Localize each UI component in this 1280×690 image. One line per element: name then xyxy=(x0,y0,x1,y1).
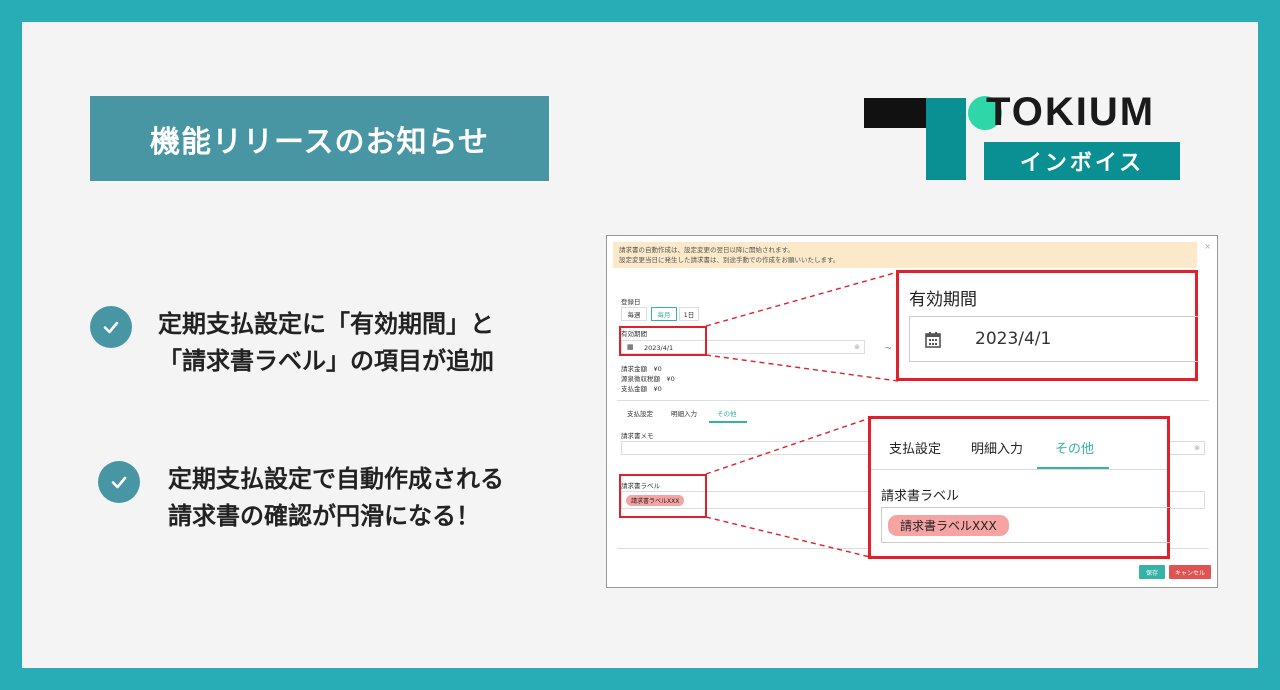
logo-bar xyxy=(864,98,926,128)
zoom-divider xyxy=(871,469,1167,470)
freq-option-weekly[interactable]: 毎週 xyxy=(621,307,647,321)
notice-line: 請求書の自動作成は、設定変更の翌日以降に開始されます。 xyxy=(619,246,794,254)
tab-payment-settings[interactable]: 支払設定 xyxy=(627,408,653,418)
freq-option-day[interactable]: 1日 xyxy=(679,307,699,321)
range-tilde: 〜 xyxy=(885,344,892,352)
tab-other[interactable]: その他 xyxy=(717,408,737,418)
logo-subtitle: インボイス xyxy=(984,142,1180,180)
withholding-amount: 源泉徴収税額 ¥0 xyxy=(621,375,675,383)
registration-label: 登録日 xyxy=(621,298,641,306)
bullet-text: 定期支払設定に「有効期間」と 「請求書ラベル」の項目が追加 xyxy=(158,310,494,375)
bullet-text: 定期支払設定で自動作成される 請求書の確認が円滑になる！ xyxy=(168,465,504,530)
zoom-tab-line-items: 明細入力 xyxy=(971,442,1024,457)
invoice-amount: 請求金額 ¥0 xyxy=(621,365,662,373)
payment-amount: 支払金額 ¥0 xyxy=(621,385,662,393)
zoom-label-input: 請求書ラベルXXX xyxy=(881,507,1171,543)
zoom-label-chip: 請求書ラベルXXX xyxy=(888,515,1009,536)
bullet-item: 定期支払設定に「有効期間」と 「請求書ラベル」の項目が追加 xyxy=(90,306,494,380)
logo-wordmark: TOKIUM xyxy=(986,90,1156,134)
clear-icon[interactable]: ⊗ xyxy=(1194,444,1200,452)
amount-summary: 請求金額 ¥0 源泉徴収税額 ¥0 支払金額 ¥0 xyxy=(621,364,675,394)
logo-stem xyxy=(926,98,966,180)
bullet-item: 定期支払設定で自動作成される 請求書の確認が円滑になる！ xyxy=(98,461,504,535)
save-button[interactable]: 保存 xyxy=(1139,565,1165,579)
highlight-box-label xyxy=(619,474,707,518)
zoom-label-title: 請求書ラベル xyxy=(881,489,960,504)
close-icon[interactable]: × xyxy=(1204,242,1211,251)
check-icon xyxy=(90,306,132,348)
highlight-box-period xyxy=(619,326,707,356)
notice-line: 設定変更当日に発生した請求書は、別途手動での作成をお願いいたします。 xyxy=(619,256,840,264)
page-title: 機能リリースのお知らせ xyxy=(90,96,549,181)
memo-label: 請求書メモ xyxy=(621,432,654,440)
freq-option-monthly[interactable]: 毎月 xyxy=(651,307,677,321)
active-tab-underline xyxy=(709,421,747,423)
zoom-callout-label: 支払設定 明細入力 その他 請求書ラベル 請求書ラベルXXX xyxy=(868,416,1171,559)
zoom-tab-other: その他 xyxy=(1055,442,1095,457)
divider xyxy=(617,400,1209,401)
notice-banner: 請求書の自動作成は、設定変更の翌日以降に開始されます。 設定変更当日に発生した請… xyxy=(613,242,1197,268)
check-icon xyxy=(98,461,140,503)
zoom-tab-payment-settings: 支払設定 xyxy=(889,442,942,457)
zoom-period-title: 有効期間 xyxy=(909,290,977,310)
zoom-callout-period: 有効期間 2023/4/1 xyxy=(896,270,1199,381)
zoom-date-input: 2023/4/1 xyxy=(909,316,1199,362)
tokium-logo: TOKIUM インボイス xyxy=(864,90,1184,182)
zoom-date-value: 2023/4/1 xyxy=(975,329,1052,349)
calendar-icon xyxy=(925,332,941,348)
tab-line-items[interactable]: 明細入力 xyxy=(671,408,697,418)
cancel-button[interactable]: キャンセル xyxy=(1169,565,1211,579)
clear-icon[interactable]: ⊗ xyxy=(854,343,860,351)
